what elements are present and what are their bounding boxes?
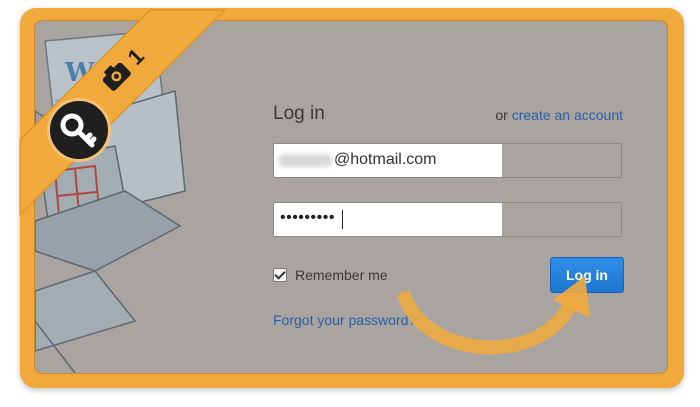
corner-ribbon (19, 9, 227, 217)
key-icon (47, 98, 111, 162)
